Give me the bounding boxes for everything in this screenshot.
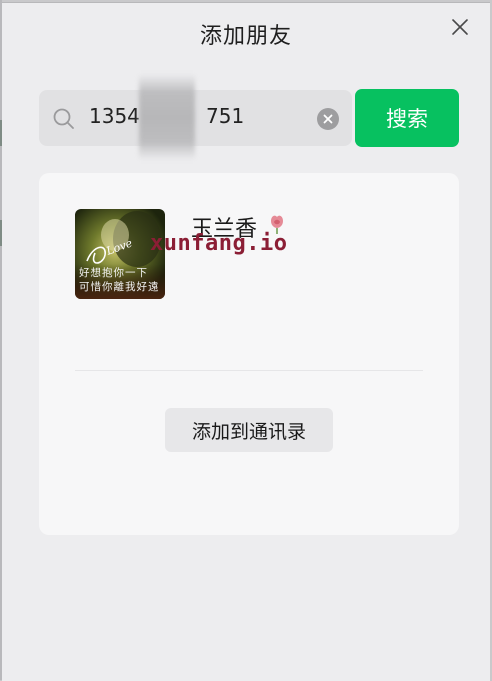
add-to-contacts-button[interactable]: 添加到通讯录 bbox=[165, 408, 333, 452]
close-icon bbox=[452, 19, 468, 35]
dialog-title: 添加朋友 bbox=[199, 24, 292, 49]
search-result-card: Love 好想抱你一下 可惜你離我好遠 玉兰香 xunfang.io 添加到通讯… bbox=[39, 173, 459, 535]
card-divider bbox=[75, 370, 423, 371]
search-query-end: 751 bbox=[206, 104, 245, 128]
search-input[interactable]: 1354 751 bbox=[89, 102, 299, 134]
watermark: xunfang.io bbox=[150, 231, 288, 256]
search-button[interactable]: 搜索 bbox=[355, 89, 459, 147]
search-query-start: 1354 bbox=[89, 104, 140, 128]
clear-search-button[interactable] bbox=[317, 108, 339, 130]
add-friend-dialog: 添加朋友 1354 751 搜索 Love 好想抱你一下 可惜你離我好遠 玉兰香… bbox=[2, 2, 490, 681]
search-box[interactable]: 1354 751 bbox=[39, 74, 352, 160]
avatar-caption: 好想抱你一下 可惜你離我好遠 bbox=[79, 266, 160, 294]
close-button[interactable] bbox=[448, 15, 472, 39]
clear-icon bbox=[323, 114, 333, 124]
search-icon bbox=[53, 108, 74, 129]
avatar-caption-line: 可惜你離我好遠 bbox=[79, 281, 160, 293]
avatar-caption-line: 好想抱你一下 bbox=[79, 267, 148, 279]
